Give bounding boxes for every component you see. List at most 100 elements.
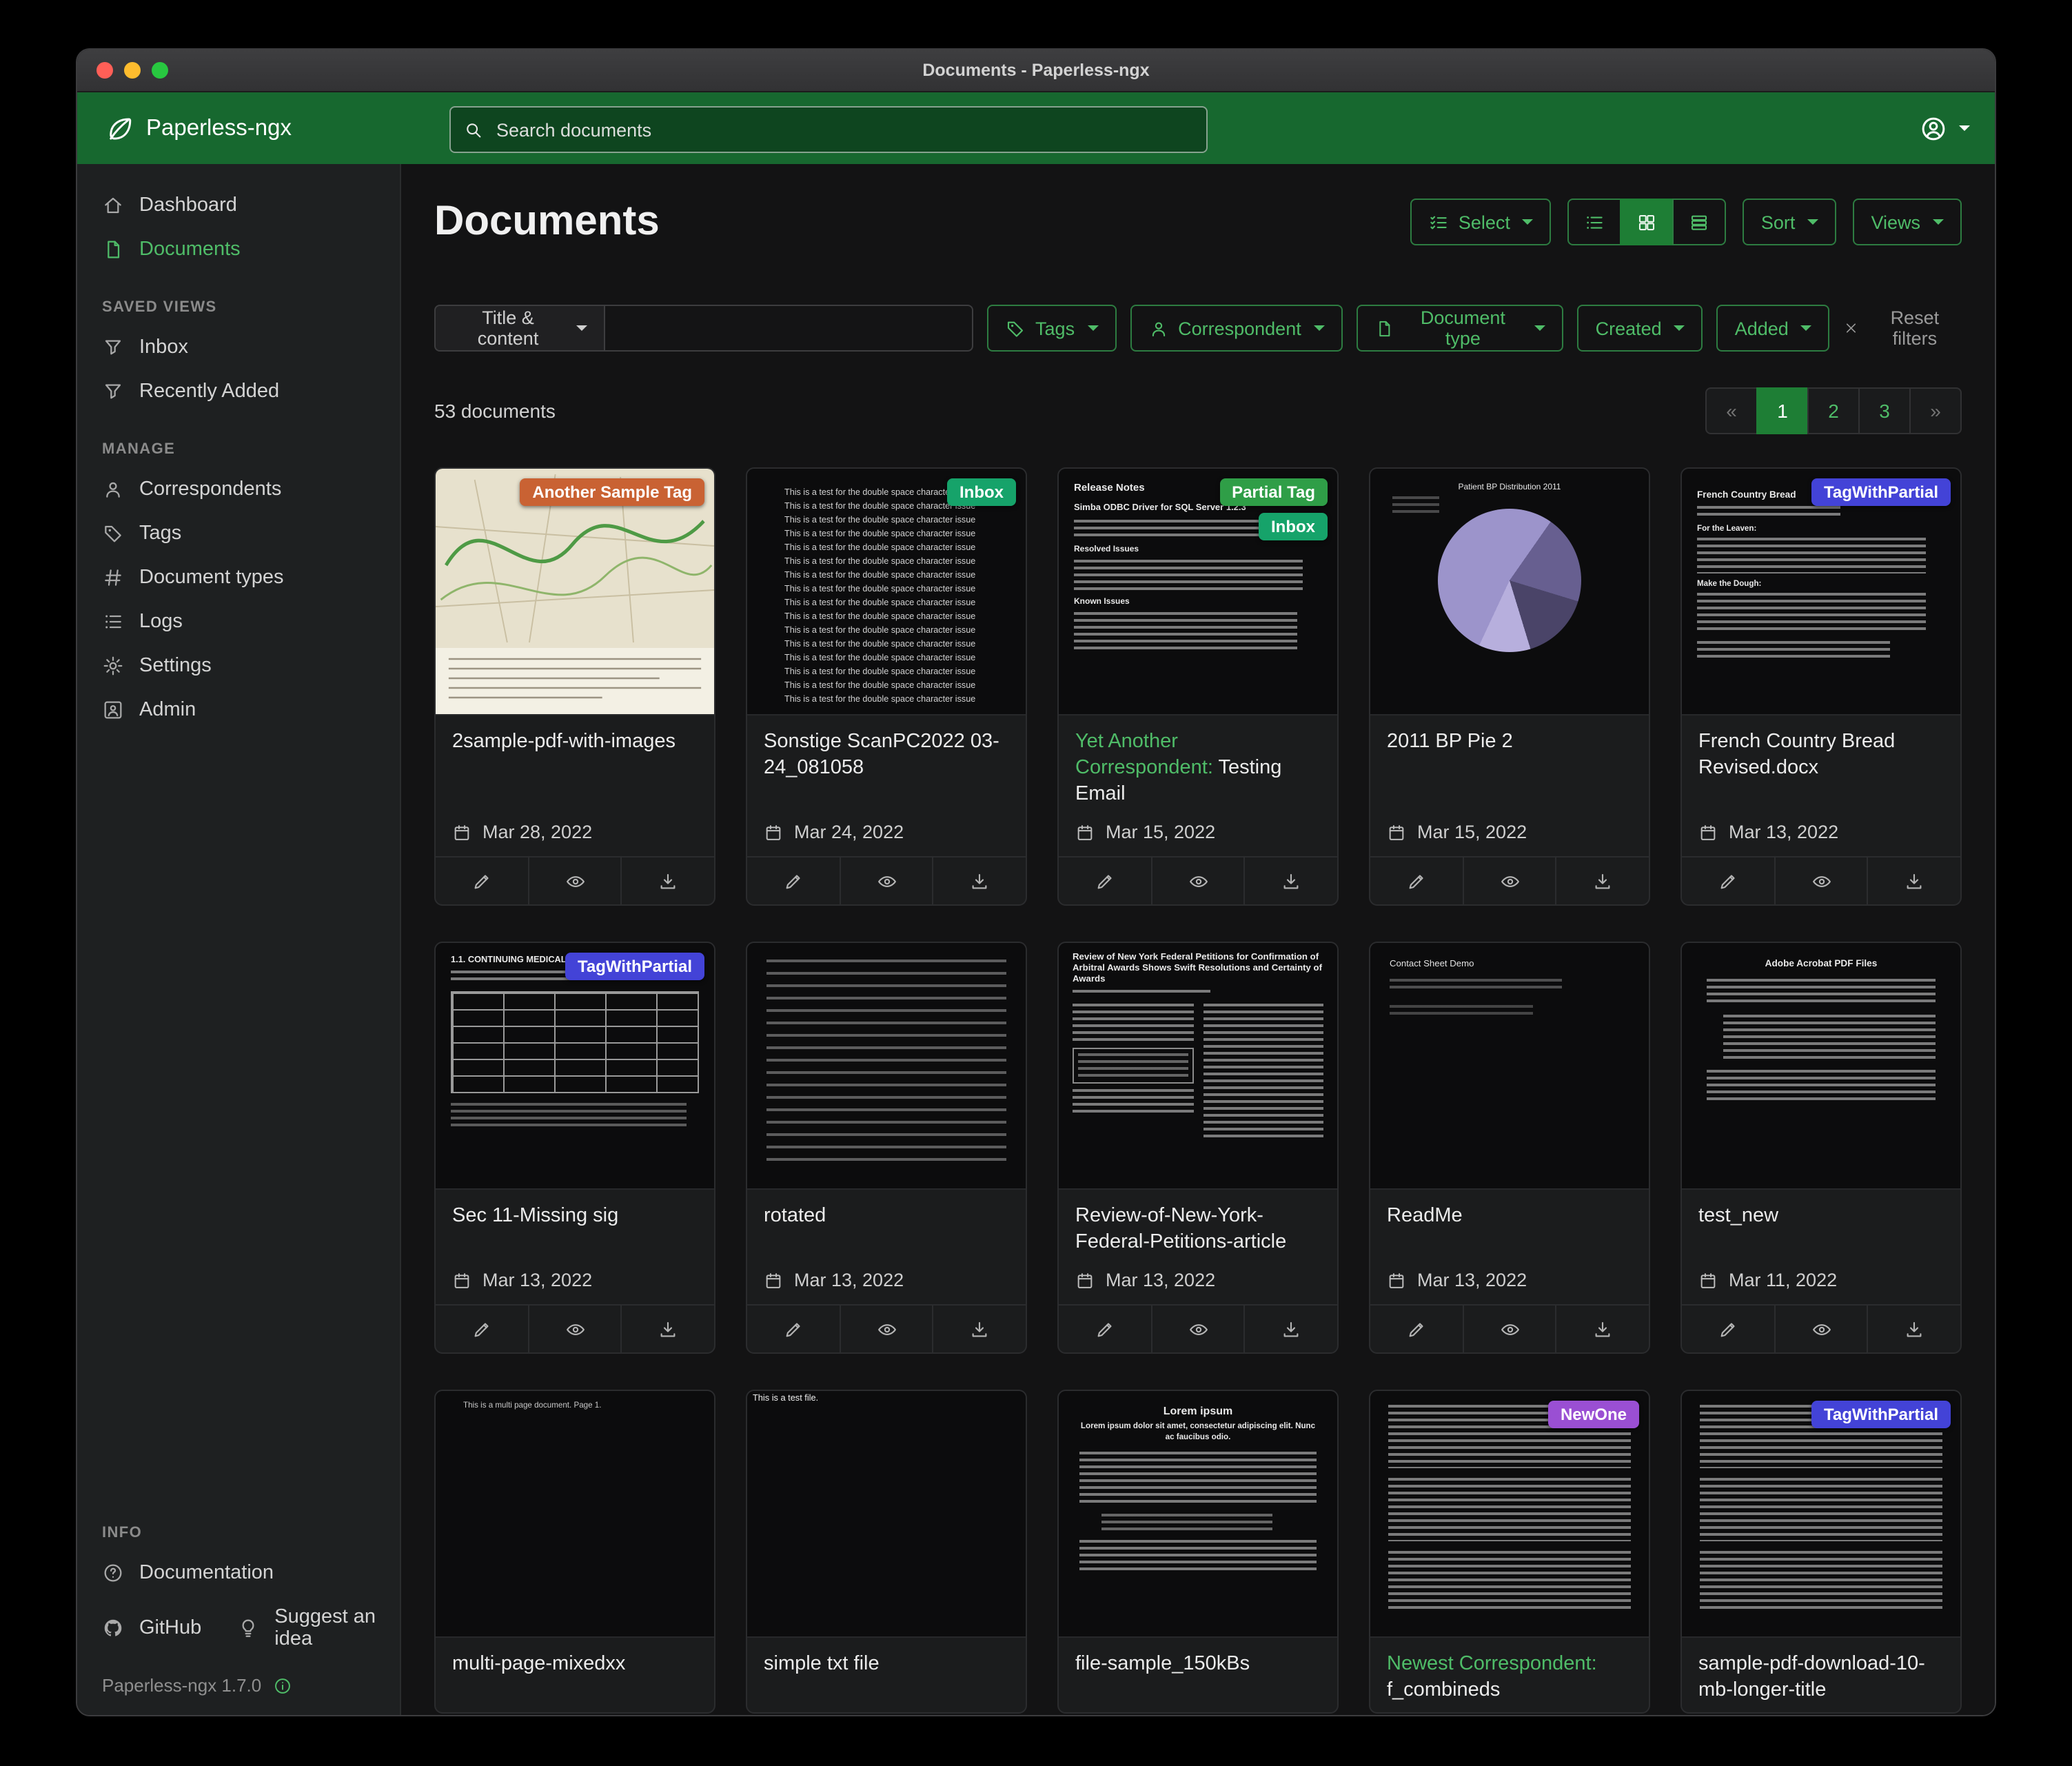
- document-thumbnail[interactable]: Release Notes Simba ODBC Driver for SQL …: [1059, 469, 1337, 715]
- window-close-button[interactable]: [97, 62, 113, 79]
- views-button[interactable]: Views: [1853, 199, 1962, 245]
- document-title[interactable]: test_new: [1698, 1204, 1944, 1230]
- document-card[interactable]: This is a test for the double space char…: [746, 467, 1027, 906]
- sidebar-item-recently-added[interactable]: Recently Added: [77, 369, 400, 414]
- list-view-button[interactable]: [1568, 199, 1622, 245]
- document-card[interactable]: TagWithPartial sample-pdf-download-10-mb…: [1680, 1390, 1962, 1714]
- document-thumbnail[interactable]: This is a test for the double space char…: [747, 469, 1026, 715]
- reset-filters-button[interactable]: Reset filters: [1844, 307, 1962, 349]
- document-thumbnail[interactable]: Patient BP Distribution 2011: [1370, 469, 1649, 715]
- document-thumbnail[interactable]: NewOne: [1370, 1391, 1649, 1638]
- document-card[interactable]: Contact Sheet Demo ReadMe Mar 13, 2022: [1369, 942, 1650, 1354]
- edit-button[interactable]: [1682, 857, 1774, 904]
- sidebar-item-suggest-idea[interactable]: Suggest an idea: [212, 1595, 400, 1661]
- edit-button[interactable]: [1370, 857, 1462, 904]
- window-minimize-button[interactable]: [124, 62, 141, 79]
- edit-button[interactable]: [1059, 857, 1150, 904]
- sidebar-item-admin[interactable]: Admin: [77, 688, 400, 732]
- select-button[interactable]: Select: [1410, 199, 1552, 245]
- pagination-page-1[interactable]: 1: [1756, 387, 1809, 434]
- view-button[interactable]: [1462, 857, 1555, 904]
- tag-badge[interactable]: TagWithPartial: [565, 953, 704, 980]
- download-button[interactable]: [933, 1306, 1026, 1352]
- title-content-dropdown[interactable]: Title & content: [434, 305, 605, 352]
- view-button[interactable]: [839, 1306, 932, 1352]
- document-correspondent[interactable]: Newest Correspondent:: [1387, 1653, 1597, 1675]
- document-title[interactable]: sample-pdf-download-10-mb-longer-title: [1698, 1652, 1944, 1704]
- document-thumbnail[interactable]: This is a multi page document. Page 1.: [436, 1391, 714, 1638]
- grid-view-button[interactable]: [1621, 199, 1674, 245]
- document-card[interactable]: French Country Bread For the Leaven: Mak…: [1680, 467, 1962, 906]
- document-thumbnail[interactable]: [747, 943, 1026, 1190]
- view-button[interactable]: [1774, 1306, 1867, 1352]
- download-button[interactable]: [1244, 1306, 1337, 1352]
- title-content-filter-input[interactable]: [605, 305, 973, 352]
- created-filter-button[interactable]: Created: [1578, 305, 1703, 352]
- sidebar-item-tags[interactable]: Tags: [77, 511, 400, 556]
- sidebar-item-documents[interactable]: Documents: [77, 227, 400, 272]
- document-card[interactable]: Review of New York Federal Petitions for…: [1057, 942, 1339, 1354]
- edit-button[interactable]: [747, 857, 839, 904]
- edit-button[interactable]: [747, 1306, 839, 1352]
- document-card[interactable]: Release Notes Simba ODBC Driver for SQL …: [1057, 467, 1339, 906]
- sidebar-item-correspondents[interactable]: Correspondents: [77, 467, 400, 511]
- tag-badge[interactable]: Partial Tag: [1219, 478, 1328, 506]
- global-search[interactable]: [449, 106, 1208, 153]
- document-thumbnail[interactable]: Contact Sheet Demo: [1370, 943, 1649, 1190]
- view-button[interactable]: [1150, 857, 1243, 904]
- sidebar-item-dashboard[interactable]: Dashboard: [77, 183, 400, 227]
- sidebar-item-logs[interactable]: Logs: [77, 600, 400, 644]
- document-title[interactable]: Review-of-New-York-Federal-Petitions-art…: [1075, 1204, 1321, 1256]
- tag-badge[interactable]: NewOne: [1548, 1401, 1639, 1428]
- edit-button[interactable]: [1370, 1306, 1462, 1352]
- document-correspondent[interactable]: Yet Another Correspondent:: [1075, 731, 1213, 779]
- document-card[interactable]: Another Sample Tag 2sample-pdf-with-imag…: [434, 467, 715, 906]
- document-title[interactable]: ReadMe: [1387, 1204, 1632, 1230]
- view-button[interactable]: [1462, 1306, 1555, 1352]
- document-title[interactable]: Yet Another Correspondent: Testing Email: [1075, 729, 1321, 808]
- view-button[interactable]: [527, 857, 620, 904]
- detail-view-button[interactable]: [1673, 199, 1727, 245]
- download-button[interactable]: [933, 857, 1026, 904]
- sidebar-item-document-types[interactable]: Document types: [77, 556, 400, 600]
- correspondent-filter-button[interactable]: Correspondent: [1130, 305, 1343, 352]
- document-card[interactable]: This is a multi page document. Page 1. m…: [434, 1390, 715, 1714]
- edit-button[interactable]: [1059, 1306, 1150, 1352]
- document-card[interactable]: Patient BP Distribution 2011 2011 BP Pie…: [1369, 467, 1650, 906]
- document-card[interactable]: NewOne Newest Correspondent: f_combineds: [1369, 1390, 1650, 1714]
- tag-badge[interactable]: TagWithPartial: [1811, 1401, 1951, 1428]
- tag-badge[interactable]: Another Sample Tag: [520, 478, 704, 506]
- document-title[interactable]: Sonstige ScanPC2022 03-24_081058: [764, 729, 1009, 782]
- global-search-input[interactable]: [494, 118, 1194, 141]
- document-title[interactable]: multi-page-mixedxx: [452, 1652, 698, 1678]
- tag-badge[interactable]: Inbox: [1259, 513, 1328, 540]
- document-title[interactable]: 2sample-pdf-with-images: [452, 729, 698, 755]
- document-type-filter-button[interactable]: Document type: [1357, 305, 1564, 352]
- download-button[interactable]: [1867, 1306, 1960, 1352]
- document-thumbnail[interactable]: French Country Bread For the Leaven: Mak…: [1682, 469, 1960, 715]
- pagination-page-3[interactable]: 3: [1858, 387, 1911, 434]
- view-button[interactable]: [1150, 1306, 1243, 1352]
- document-title[interactable]: simple txt file: [764, 1652, 1009, 1678]
- tag-badge[interactable]: Inbox: [947, 478, 1016, 506]
- document-title[interactable]: rotated: [764, 1204, 1009, 1230]
- document-thumbnail[interactable]: Lorem ipsum Lorem ipsum dolor sit amet, …: [1059, 1391, 1337, 1638]
- document-title[interactable]: French Country Bread Revised.docx: [1698, 729, 1944, 782]
- document-card[interactable]: rotated Mar 13, 2022: [746, 942, 1027, 1354]
- document-card[interactable]: Lorem ipsum Lorem ipsum dolor sit amet, …: [1057, 1390, 1339, 1714]
- added-filter-button[interactable]: Added: [1717, 305, 1830, 352]
- download-button[interactable]: [1244, 857, 1337, 904]
- tag-badge[interactable]: TagWithPartial: [1811, 478, 1951, 506]
- edit-button[interactable]: [436, 1306, 527, 1352]
- document-card[interactable]: Adobe Acrobat PDF Files test_new Mar 11,…: [1680, 942, 1962, 1354]
- document-thumbnail[interactable]: This is a test file.: [747, 1391, 1026, 1638]
- view-button[interactable]: [839, 857, 932, 904]
- download-button[interactable]: [1867, 857, 1960, 904]
- user-menu[interactable]: [1919, 92, 1970, 164]
- edit-button[interactable]: [436, 857, 527, 904]
- edit-button[interactable]: [1682, 1306, 1774, 1352]
- download-button[interactable]: [621, 857, 714, 904]
- document-thumbnail[interactable]: Review of New York Federal Petitions for…: [1059, 943, 1337, 1190]
- app-logo[interactable]: Paperless-ngx: [105, 114, 292, 143]
- document-title[interactable]: file-sample_150kBs: [1075, 1652, 1321, 1678]
